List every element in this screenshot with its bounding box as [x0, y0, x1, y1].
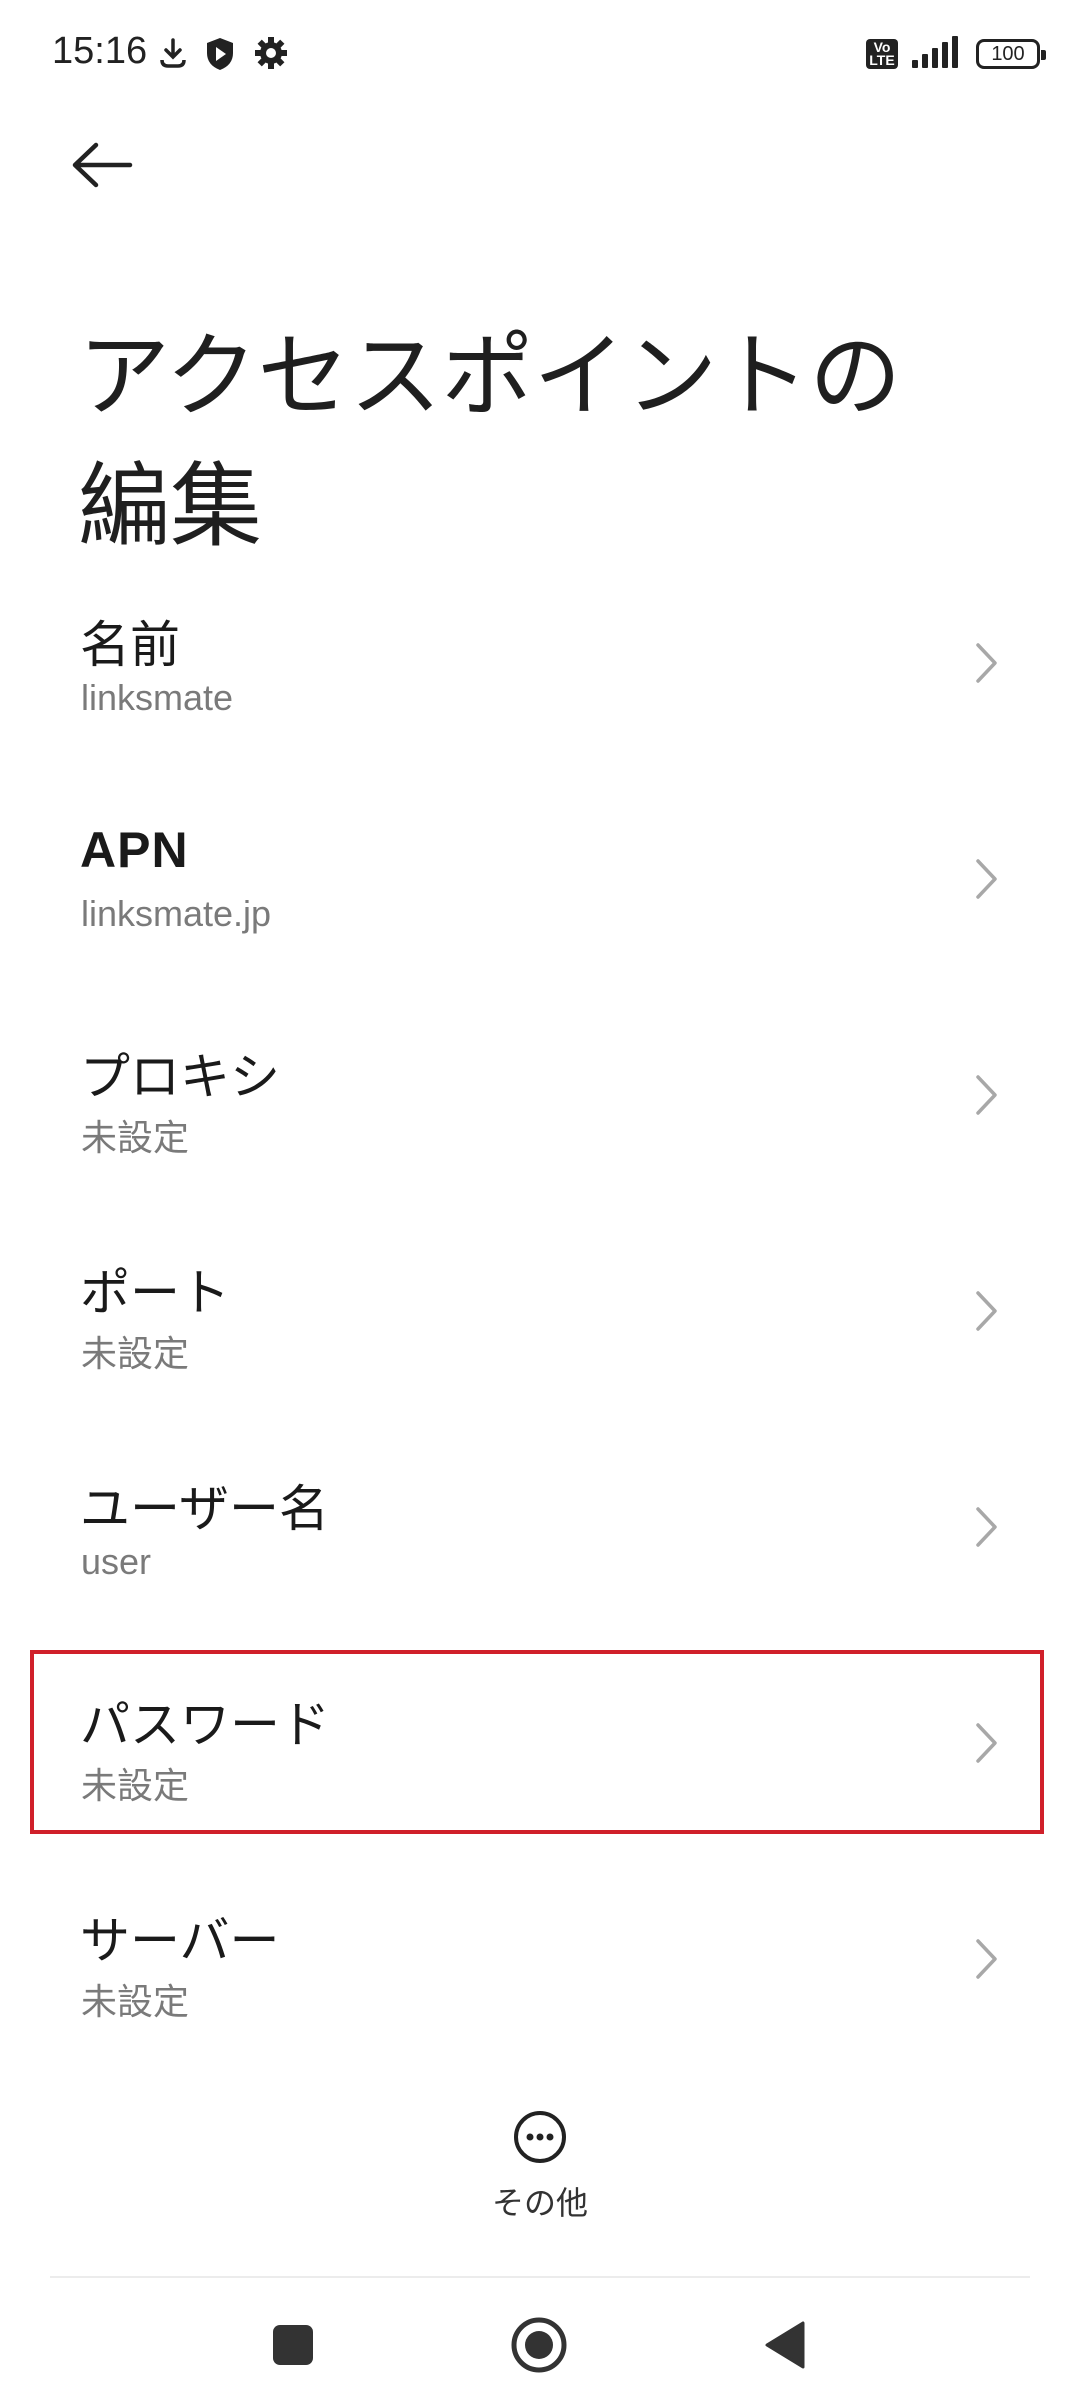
more-label: その他	[491, 2184, 588, 2222]
item-label: パスワード	[80, 1696, 330, 1754]
item-value: user	[81, 1541, 152, 1582]
battery-icon: 100	[976, 39, 1046, 69]
download-icon	[158, 36, 188, 74]
item-value: linksmate	[81, 677, 234, 718]
status-right: Vo LTE 100	[866, 36, 1046, 72]
volte-icon: Vo LTE	[866, 39, 898, 69]
shield-play-icon	[204, 36, 236, 76]
chevron-right-icon	[976, 859, 997, 899]
setting-server[interactable]: サーバー 未設定	[0, 1871, 1080, 2087]
chevron-right-icon	[976, 1291, 997, 1331]
setting-username[interactable]: ユーザー名 user	[0, 1439, 1080, 1655]
setting-name[interactable]: 名前 linksmate	[0, 575, 1080, 791]
signal-icon	[912, 36, 962, 72]
item-label: ポート	[80, 1264, 230, 1322]
chevron-right-icon	[976, 1507, 997, 1547]
more-horizontal-icon	[514, 2111, 566, 2163]
home-button[interactable]	[504, 2310, 574, 2380]
volte-bottom: LTE	[869, 52, 895, 68]
status-bar: 15:16 Vo LTE 100	[0, 0, 1080, 110]
status-time: 15:16	[52, 30, 148, 72]
more-button[interactable]: その他	[440, 2110, 640, 2235]
back-nav-button[interactable]	[750, 2310, 820, 2380]
item-label: 名前	[80, 616, 180, 674]
gear-icon	[254, 36, 288, 74]
back-triangle-icon	[765, 2321, 805, 2369]
item-value: 未設定	[81, 1333, 190, 1374]
setting-password[interactable]: パスワード 未設定	[0, 1655, 1080, 1871]
square-icon	[273, 2325, 313, 2365]
setting-proxy[interactable]: プロキシ 未設定	[0, 1007, 1080, 1223]
item-value: linksmate.jp	[81, 893, 272, 934]
item-label: プロキシ	[80, 1048, 280, 1106]
item-label: APN	[80, 822, 189, 878]
item-value: 未設定	[81, 1117, 190, 1158]
battery-level: 100	[991, 42, 1025, 65]
chevron-right-icon	[976, 1939, 997, 1979]
arrow-left-icon	[72, 142, 133, 188]
recents-button[interactable]	[258, 2310, 328, 2380]
setting-apn[interactable]: APN linksmate.jp	[0, 791, 1080, 1007]
home-circle-icon	[511, 2317, 567, 2373]
divider	[50, 2276, 1030, 2278]
page-title: アクセスポイントの編集	[78, 322, 902, 560]
setting-port[interactable]: ポート 未設定	[0, 1223, 1080, 1439]
chevron-right-icon	[976, 1723, 997, 1763]
chevron-right-icon	[976, 1075, 997, 1115]
item-value: 未設定	[81, 1765, 190, 1806]
settings-list: 名前 linksmate APN linksmate.jp プロキシ 未設定 ポ…	[0, 575, 1080, 2087]
back-button[interactable]	[70, 130, 150, 200]
chevron-right-icon	[976, 643, 997, 683]
item-value: 未設定	[81, 1981, 190, 2022]
item-label: ユーザー名	[80, 1480, 329, 1538]
navigation-bar	[0, 2280, 1080, 2400]
item-label: サーバー	[80, 1912, 280, 1970]
